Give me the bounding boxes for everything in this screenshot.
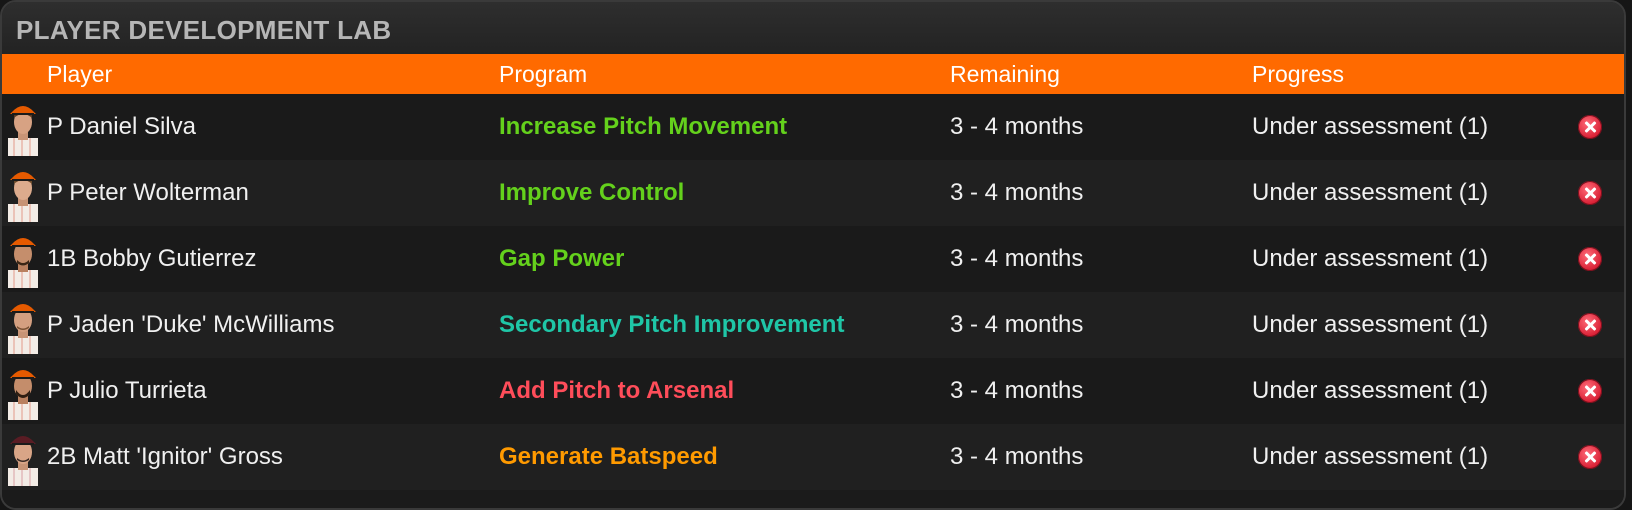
program-list: P Daniel Silva Increase Pitch Movement 3… [2,94,1624,490]
table-row[interactable]: 1B Bobby Gutierrez Gap Power 3 - 4 month… [2,226,1624,292]
column-header-remaining[interactable]: Remaining [950,54,1060,94]
remove-icon[interactable] [1578,379,1602,403]
column-header-progress[interactable]: Progress [1252,54,1344,94]
remaining-time: 3 - 4 months [950,377,1084,404]
program-name: Increase Pitch Movement [499,113,788,140]
remove-icon[interactable] [1578,247,1602,271]
remaining-time: 3 - 4 months [950,443,1084,470]
player-name[interactable]: 1B Bobby Gutierrez [47,226,256,292]
table-row[interactable]: P Julio Turrieta Add Pitch to Arsenal 3 … [2,358,1624,424]
progress-status: Under assessment (1) [1252,311,1489,338]
remaining-time: 3 - 4 months [950,245,1084,272]
player-name[interactable]: 2B Matt 'Ignitor' Gross [47,424,283,490]
progress-status: Under assessment (1) [1252,179,1489,206]
progress-status: Under assessment (1) [1252,377,1489,404]
table-row[interactable]: P Jaden 'Duke' McWilliams Secondary Pitc… [2,292,1624,358]
remaining-time: 3 - 4 months [950,311,1084,338]
program-name: Improve Control [499,179,685,206]
player-avatar[interactable] [4,296,42,354]
progress-status: Under assessment (1) [1252,245,1489,272]
player-avatar[interactable] [4,362,42,420]
table-row[interactable]: P Daniel Silva Increase Pitch Movement 3… [2,94,1624,160]
column-header-player[interactable]: Player [47,54,112,94]
column-header-program[interactable]: Program [499,54,587,94]
program-name: Gap Power [499,245,625,272]
table-row[interactable]: 2B Matt 'Ignitor' Gross Generate Batspee… [2,424,1624,490]
remove-icon[interactable] [1578,181,1602,205]
remove-icon[interactable] [1578,445,1602,469]
progress-status: Under assessment (1) [1252,443,1489,470]
player-avatar[interactable] [4,230,42,288]
player-avatar[interactable] [4,164,42,222]
remove-icon[interactable] [1578,115,1602,139]
player-name[interactable]: P Jaden 'Duke' McWilliams [47,292,334,358]
remove-icon[interactable] [1578,313,1602,337]
player-avatar[interactable] [4,428,42,486]
player-name[interactable]: P Julio Turrieta [47,358,207,424]
remaining-time: 3 - 4 months [950,179,1084,206]
player-name[interactable]: P Daniel Silva [47,94,196,160]
player-name[interactable]: P Peter Wolterman [47,160,249,226]
remaining-time: 3 - 4 months [950,113,1084,140]
progress-status: Under assessment (1) [1252,113,1489,140]
table-header: Player Program Remaining Progress [2,54,1624,94]
panel-title: PLAYER DEVELOPMENT LAB [2,2,1624,54]
panel-footer [2,490,1624,508]
program-name: Generate Batspeed [499,443,718,470]
player-development-lab-panel: PLAYER DEVELOPMENT LAB Player Program Re… [0,0,1626,510]
player-avatar[interactable] [4,98,42,156]
table-row[interactable]: P Peter Wolterman Improve Control 3 - 4 … [2,160,1624,226]
program-name: Secondary Pitch Improvement [499,311,845,338]
program-name: Add Pitch to Arsenal [499,377,735,404]
